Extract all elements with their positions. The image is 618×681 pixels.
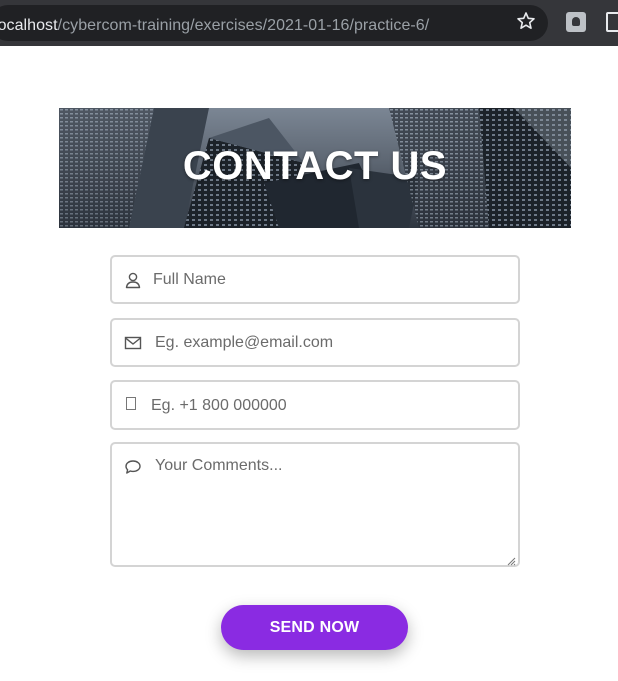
phone-glyph-icon <box>126 397 136 410</box>
full-name-field[interactable] <box>110 255 520 304</box>
star-icon[interactable] <box>516 11 536 31</box>
user-icon <box>124 271 142 289</box>
phone-field[interactable] <box>110 380 520 430</box>
browser-toolbar: localhost/cybercom-training/exercises/20… <box>0 0 618 46</box>
window-icon[interactable] <box>606 12 618 32</box>
page-title: CONTACT US <box>182 144 448 188</box>
comments-field[interactable] <box>110 442 520 567</box>
comment-icon <box>124 458 142 476</box>
full-name-input[interactable] <box>153 269 503 291</box>
email-field[interactable] <box>110 318 520 367</box>
extension-icon[interactable] <box>566 12 586 32</box>
phone-input[interactable] <box>151 395 501 417</box>
address-bar[interactable]: localhost/cybercom-training/exercises/20… <box>0 5 548 41</box>
send-now-button[interactable]: SEND NOW <box>221 605 408 650</box>
url-path: /cybercom-training/exercises/2021-01-16/… <box>57 17 430 34</box>
url-text[interactable]: localhost/cybercom-training/exercises/20… <box>0 17 429 35</box>
comments-input[interactable] <box>155 457 505 557</box>
envelope-icon <box>124 334 142 352</box>
email-input[interactable] <box>155 332 505 354</box>
contact-banner: CONTACT US <box>59 108 571 228</box>
resize-handle-icon[interactable] <box>506 553 516 566</box>
url-host: localhost <box>0 17 58 34</box>
